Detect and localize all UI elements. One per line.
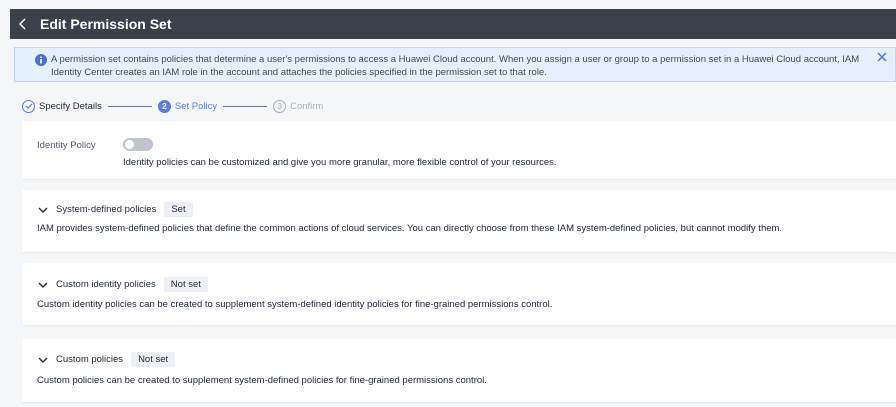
step-number: 3	[273, 99, 287, 113]
status-badge: Not set	[131, 352, 176, 367]
info-message: A permission set contains policies that …	[51, 54, 860, 78]
section-description: IAM provides system-defined policies tha…	[37, 223, 783, 234]
section-header: Custom identity policies Not set	[37, 277, 208, 292]
chevron-down-icon[interactable]	[37, 279, 49, 291]
step-set-policy: 2 Set Policy	[157, 99, 218, 113]
section-title: Custom identity policies	[56, 279, 156, 290]
chevron-left-icon	[18, 18, 26, 30]
identity-policy-toggle[interactable]	[123, 138, 153, 151]
step-confirm: 3 Confirm	[273, 99, 324, 113]
section-title: Custom policies	[56, 354, 124, 365]
identity-policy-card: Identity Policy Identity policies can be…	[22, 121, 896, 179]
step-label: Confirm	[290, 100, 324, 112]
step-divider	[223, 105, 268, 107]
chevron-down-icon[interactable]	[37, 354, 49, 366]
section-header: System-defined policies Set	[37, 202, 193, 217]
step-indicator: Specify Details 2 Set Policy 3 Confirm	[22, 97, 323, 115]
custom-policies-card: Custom policies Not set Custom policies …	[22, 339, 896, 402]
step-number: 2	[157, 99, 171, 113]
status-badge: Not set	[163, 277, 208, 292]
identity-policy-label: Identity Policy	[37, 140, 96, 151]
system-defined-policies-card: System-defined policies Set IAM provides…	[22, 190, 896, 252]
check-icon	[22, 99, 35, 113]
info-banner: A permission set contains policies that …	[14, 47, 896, 82]
back-button[interactable]	[10, 9, 36, 39]
page-header: Edit Permission Set	[10, 9, 896, 39]
step-label: Set Policy	[174, 100, 218, 112]
section-header: Custom policies Not set	[37, 352, 176, 367]
toggle-knob	[125, 140, 134, 149]
section-description: Custom identity policies can be created …	[37, 299, 553, 310]
step-divider	[107, 105, 152, 107]
step-specify-details: Specify Details	[22, 99, 102, 113]
section-description: Custom policies can be created to supple…	[37, 375, 487, 386]
step-label: Specify Details	[39, 100, 102, 112]
custom-identity-policies-card: Custom identity policies Not set Custom …	[22, 263, 896, 325]
identity-policy-description: Identity policies can be customized and …	[123, 157, 557, 168]
section-title: System-defined policies	[56, 204, 157, 215]
page-title: Edit Permission Set	[40, 16, 172, 32]
status-badge: Set	[164, 202, 193, 217]
info-icon	[35, 54, 47, 66]
close-icon[interactable]	[877, 52, 887, 62]
chevron-down-icon[interactable]	[37, 204, 49, 216]
